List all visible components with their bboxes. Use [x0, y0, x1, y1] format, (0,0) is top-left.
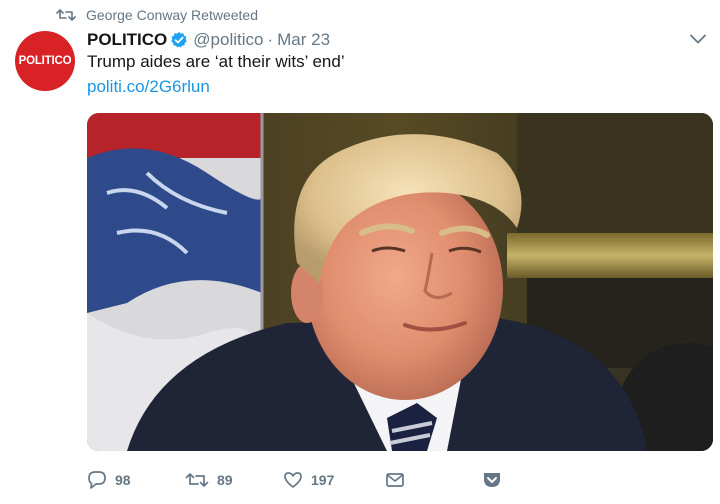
pocket-icon	[482, 470, 502, 490]
tweet-link[interactable]: politi.co/2G6rlun	[87, 77, 210, 97]
reply-count: 98	[115, 472, 131, 488]
like-button[interactable]: 197	[283, 470, 334, 490]
header-separator: ·	[267, 30, 274, 49]
retweet-context[interactable]: George Conway Retweeted	[56, 4, 258, 26]
avatar[interactable]: POLITICO	[15, 31, 75, 91]
tweet-header: POLITICO @politico · Mar 23	[87, 28, 330, 52]
envelope-icon	[385, 470, 405, 490]
save-to-pocket-button[interactable]	[482, 470, 502, 490]
retweet-icon	[56, 7, 76, 23]
retweet-context-label[interactable]: George Conway Retweeted	[86, 7, 258, 23]
heart-icon	[283, 470, 303, 490]
photo-illustration	[87, 113, 713, 451]
retweet-count: 89	[217, 472, 233, 488]
chevron-down-icon	[690, 31, 706, 49]
verified-badge-icon	[170, 31, 188, 49]
retweet-button[interactable]: 89	[185, 470, 233, 490]
direct-message-button[interactable]	[385, 470, 405, 490]
retweet-icon	[185, 470, 209, 490]
display-name[interactable]: POLITICO	[87, 30, 167, 50]
like-count: 197	[311, 472, 335, 488]
tweet-media-photo[interactable]	[87, 113, 713, 451]
more-options-caret[interactable]	[686, 28, 710, 52]
timestamp[interactable]: Mar 23	[277, 30, 330, 50]
avatar-text: POLITICO	[18, 55, 72, 67]
tweet-text: Trump aides are ‘at their wits’ end’	[87, 52, 345, 71]
screen-name[interactable]: @politico	[193, 30, 263, 50]
reply-button[interactable]: 98	[87, 470, 131, 490]
reply-icon	[87, 470, 107, 490]
